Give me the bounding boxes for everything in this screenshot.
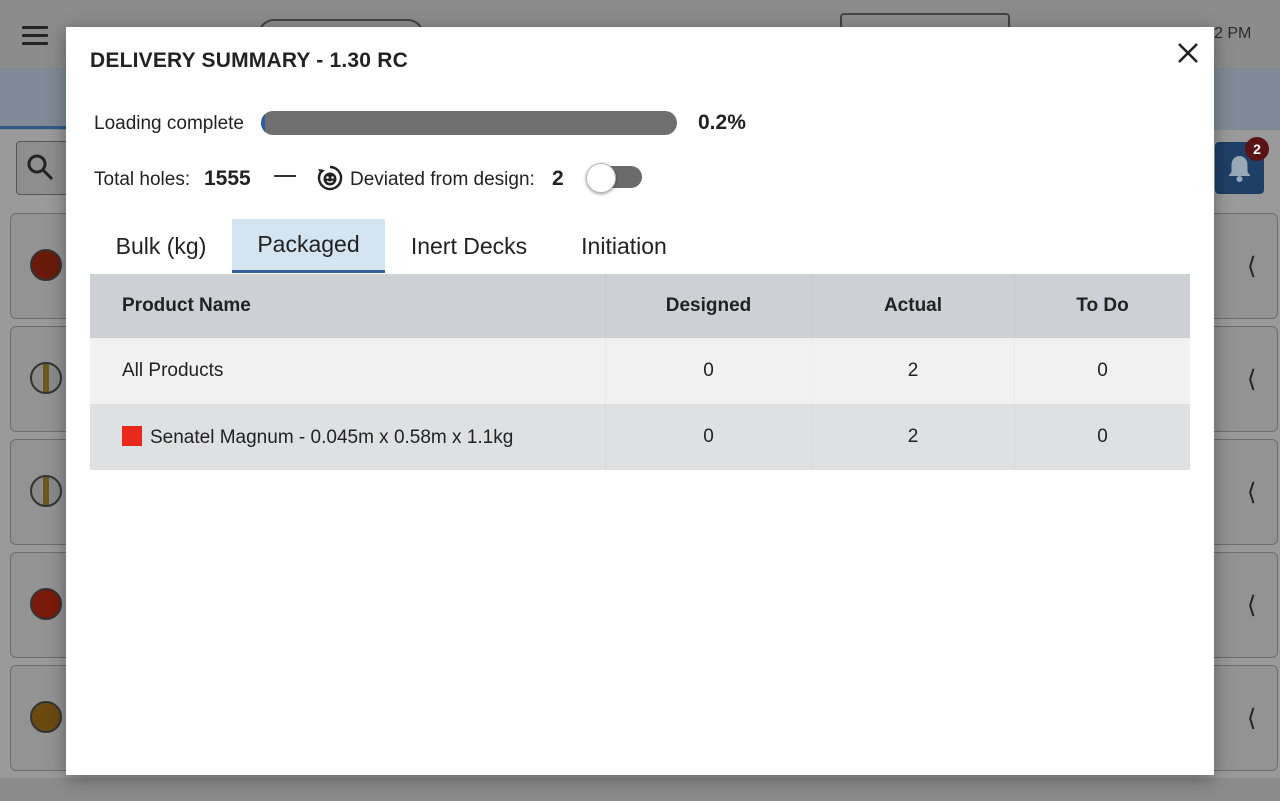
drill-icon	[30, 588, 62, 620]
menu-icon	[22, 26, 48, 46]
product-color-swatch	[122, 425, 142, 446]
separator-dash	[274, 175, 296, 177]
products-table: Product Name Designed Actual To Do All P…	[90, 274, 1190, 470]
dialog-title: DELIVERY SUMMARY - 1.30 RC	[90, 49, 408, 72]
deviation-icon	[317, 165, 343, 191]
column-header-designed: Designed	[605, 274, 812, 338]
actual-cell: 2	[811, 404, 1015, 470]
total-holes-value: 1555	[204, 167, 251, 190]
to-do-cell: 0	[1014, 404, 1190, 470]
designed-cell: 0	[605, 338, 812, 404]
column-header-to-do: To Do	[1014, 274, 1190, 338]
deviated-from-design-value: 2	[552, 167, 564, 190]
shovel-icon	[30, 701, 62, 733]
to-do-cell: 0	[1014, 338, 1190, 404]
background-footer	[0, 778, 1280, 801]
notification-badge: 2	[1245, 137, 1269, 161]
tab-inert-decks[interactable]: Inert Decks	[389, 219, 549, 273]
app-tab-indicator	[0, 126, 70, 129]
toggle-knob	[586, 163, 616, 193]
chevron-icon: ⟨	[1247, 366, 1257, 393]
tab-initiation[interactable]: Initiation	[556, 219, 692, 273]
search-icon	[27, 154, 54, 181]
chevron-icon: ⟨	[1247, 705, 1257, 732]
deviation-toggle[interactable]	[586, 163, 642, 193]
loading-progress-fill	[261, 111, 265, 135]
total-holes-label: Total holes:	[94, 169, 191, 190]
column-header-actual: Actual	[811, 274, 1015, 338]
close-icon[interactable]	[1174, 39, 1202, 67]
table-header-row: Product Name Designed Actual To Do	[90, 274, 1190, 338]
chevron-icon: ⟨	[1247, 479, 1257, 506]
delivery-summary-dialog: DELIVERY SUMMARY - 1.30 RC Loading compl…	[66, 27, 1214, 775]
loading-progress-value: 0.2%	[698, 111, 746, 134]
column-header-product-name: Product Name	[90, 274, 606, 338]
tab-bulk[interactable]: Bulk (kg)	[90, 219, 232, 273]
table-row[interactable]: Senatel Magnum - 0.045m x 0.58m x 1.1kg …	[90, 404, 1190, 470]
product-name-cell: Senatel Magnum - 0.045m x 0.58m x 1.1kg	[90, 404, 606, 470]
tab-packaged[interactable]: Packaged	[232, 219, 385, 273]
actual-cell: 2	[811, 338, 1015, 404]
product-name: All Products	[122, 360, 224, 381]
hole-status-icon	[30, 362, 62, 394]
loading-complete-label: Loading complete	[94, 113, 244, 134]
loading-progress-bar	[261, 111, 677, 135]
designed-cell: 0	[605, 404, 812, 470]
chevron-icon: ⟨	[1247, 253, 1257, 280]
hole-status-icon	[30, 475, 62, 507]
product-name-cell: All Products	[90, 338, 606, 404]
clock-time: 2 PM	[1214, 25, 1252, 42]
chevron-icon: ⟨	[1247, 592, 1257, 619]
hole-status-icon	[30, 249, 62, 281]
product-name: Senatel Magnum - 0.045m x 0.58m x 1.1kg	[150, 426, 514, 448]
deviated-from-design-label: Deviated from design:	[350, 169, 535, 190]
table-row[interactable]: All Products 0 2 0	[90, 338, 1190, 404]
